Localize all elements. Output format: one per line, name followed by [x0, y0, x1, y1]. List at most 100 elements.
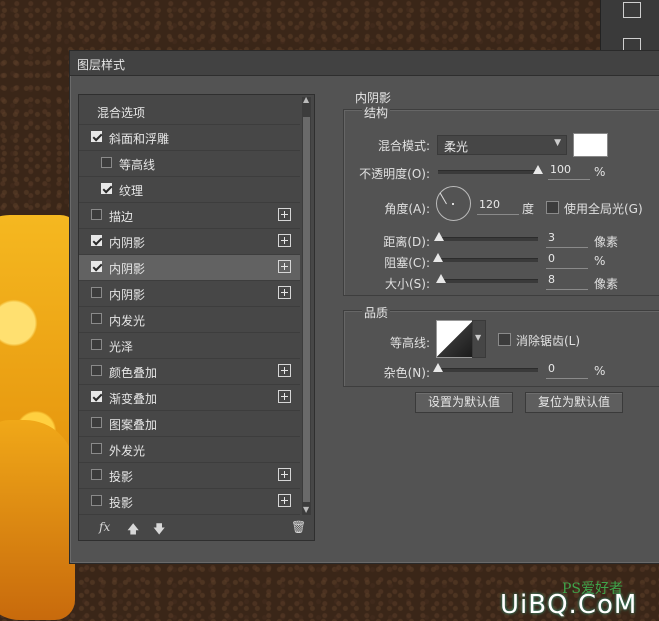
noise-unit: %: [594, 364, 606, 378]
distance-input[interactable]: 3: [546, 231, 588, 248]
style-label: 混合选项: [97, 106, 146, 120]
make-default-button[interactable]: 设置为默认值: [415, 392, 513, 413]
blend-color-swatch[interactable]: [573, 133, 608, 157]
style-label: 投影: [109, 496, 134, 510]
angle-dial-needle: [439, 192, 447, 205]
chevron-down-icon: ▼: [554, 138, 561, 148]
distance-slider[interactable]: [434, 232, 538, 241]
antialias-checkbox[interactable]: [498, 333, 511, 346]
angle-label: 角度(A):: [384, 202, 430, 216]
contour-dropdown[interactable]: ▼: [472, 320, 486, 358]
noise-slider[interactable]: [433, 363, 538, 372]
choke-input[interactable]: 0: [546, 252, 588, 269]
add-style-icon[interactable]: [278, 260, 291, 273]
style-checkbox[interactable]: [91, 391, 102, 402]
opacity-slider[interactable]: [438, 165, 543, 174]
style-checkbox[interactable]: [91, 261, 102, 272]
noise-input[interactable]: 0: [546, 362, 588, 379]
global-light-checkbox[interactable]: [546, 201, 559, 214]
style-checkbox[interactable]: [91, 235, 102, 246]
opacity-input[interactable]: 100: [548, 163, 590, 180]
choke-slider-thumb[interactable]: [433, 253, 443, 262]
style-row[interactable]: 外发光: [79, 437, 300, 463]
style-label: 等高线: [119, 158, 156, 172]
size-label: 大小(S):: [384, 277, 430, 291]
scrollbar-thumb[interactable]: [303, 117, 310, 502]
size-slider[interactable]: [436, 274, 538, 283]
style-checkbox[interactable]: [91, 469, 102, 480]
add-style-icon[interactable]: [278, 234, 291, 247]
size-input[interactable]: 8: [546, 273, 588, 290]
add-style-icon[interactable]: [278, 364, 291, 377]
distance-slider-thumb[interactable]: [434, 232, 445, 241]
contour-label: 等高线:: [389, 336, 430, 350]
angle-dial[interactable]: [436, 186, 471, 221]
style-checkbox[interactable]: [91, 131, 102, 142]
style-label: 纹理: [119, 184, 144, 198]
trash-icon[interactable]: 🗑: [291, 520, 306, 534]
style-row[interactable]: 纹理: [79, 177, 300, 203]
style-label: 内发光: [109, 314, 146, 328]
blend-mode-value: 柔光: [444, 140, 469, 154]
angle-input[interactable]: 120: [477, 198, 519, 215]
style-list-scrollbar[interactable]: ▲ ▼: [302, 95, 311, 515]
style-row[interactable]: 内阴影: [79, 229, 300, 255]
style-row[interactable]: 混合选项: [79, 99, 300, 125]
style-label: 内阴影: [109, 288, 146, 302]
style-list-footer: fx 🡅 🡇 🗑: [79, 515, 314, 540]
reset-default-button[interactable]: 复位为默认值: [525, 392, 623, 413]
scroll-down-icon[interactable]: ▼: [303, 505, 309, 514]
choke-slider[interactable]: [433, 253, 538, 262]
style-row[interactable]: 颜色叠加: [79, 359, 300, 385]
style-checkbox[interactable]: [91, 495, 102, 506]
style-row[interactable]: 投影: [79, 489, 300, 515]
style-checkbox[interactable]: [101, 183, 112, 194]
opacity-slider-thumb[interactable]: [533, 165, 543, 174]
antialias-label: 消除锯齿(L): [516, 334, 581, 348]
style-checkbox[interactable]: [91, 365, 102, 376]
style-row[interactable]: 内发光: [79, 307, 300, 333]
style-row[interactable]: 等高线: [79, 151, 300, 177]
style-label: 颜色叠加: [109, 366, 158, 380]
style-row[interactable]: 光泽: [79, 333, 300, 359]
style-checkbox[interactable]: [91, 417, 102, 428]
distance-label: 距离(D):: [383, 235, 430, 249]
style-row[interactable]: 渐变叠加: [79, 385, 300, 411]
style-label: 斜面和浮雕: [109, 132, 170, 146]
style-row[interactable]: 内阴影: [79, 281, 300, 307]
add-style-icon[interactable]: [278, 468, 291, 481]
choke-unit: %: [594, 254, 606, 268]
fx-icon[interactable]: fx: [99, 520, 110, 534]
dialog-titlebar[interactable]: 图层样式: [70, 51, 659, 76]
style-checkbox[interactable]: [91, 287, 102, 298]
style-checkbox[interactable]: [91, 443, 102, 454]
watermark-logo-text: UiBQ.CoM: [500, 590, 638, 620]
move-down-icon[interactable]: 🡇: [153, 520, 165, 541]
add-style-icon[interactable]: [278, 390, 291, 403]
choke-label: 阻塞(C):: [384, 256, 430, 270]
style-checkbox[interactable]: [91, 339, 102, 350]
blend-mode-select[interactable]: 柔光 ▼: [437, 135, 567, 155]
style-label: 渐变叠加: [109, 392, 158, 406]
style-checkbox[interactable]: [91, 313, 102, 324]
scroll-up-icon[interactable]: ▲: [303, 95, 309, 104]
move-up-icon[interactable]: 🡅: [127, 520, 139, 541]
add-style-icon[interactable]: [278, 494, 291, 507]
add-style-icon[interactable]: [278, 208, 291, 221]
contour-preview[interactable]: [436, 320, 474, 358]
structure-title: 结构: [362, 104, 391, 121]
style-row[interactable]: 斜面和浮雕: [79, 125, 300, 151]
opacity-label: 不透明度(O):: [359, 167, 430, 181]
style-row[interactable]: 投影: [79, 463, 300, 489]
style-checkbox[interactable]: [91, 209, 102, 220]
dock-panel-icon[interactable]: [623, 2, 641, 18]
style-row[interactable]: 内阴影: [79, 255, 300, 281]
quality-title: 品质: [362, 304, 391, 321]
style-row[interactable]: 描边: [79, 203, 300, 229]
style-label: 光泽: [109, 340, 134, 354]
noise-slider-thumb[interactable]: [433, 363, 443, 372]
add-style-icon[interactable]: [278, 286, 291, 299]
style-checkbox[interactable]: [101, 157, 112, 168]
size-slider-thumb[interactable]: [436, 274, 447, 283]
style-row[interactable]: 图案叠加: [79, 411, 300, 437]
